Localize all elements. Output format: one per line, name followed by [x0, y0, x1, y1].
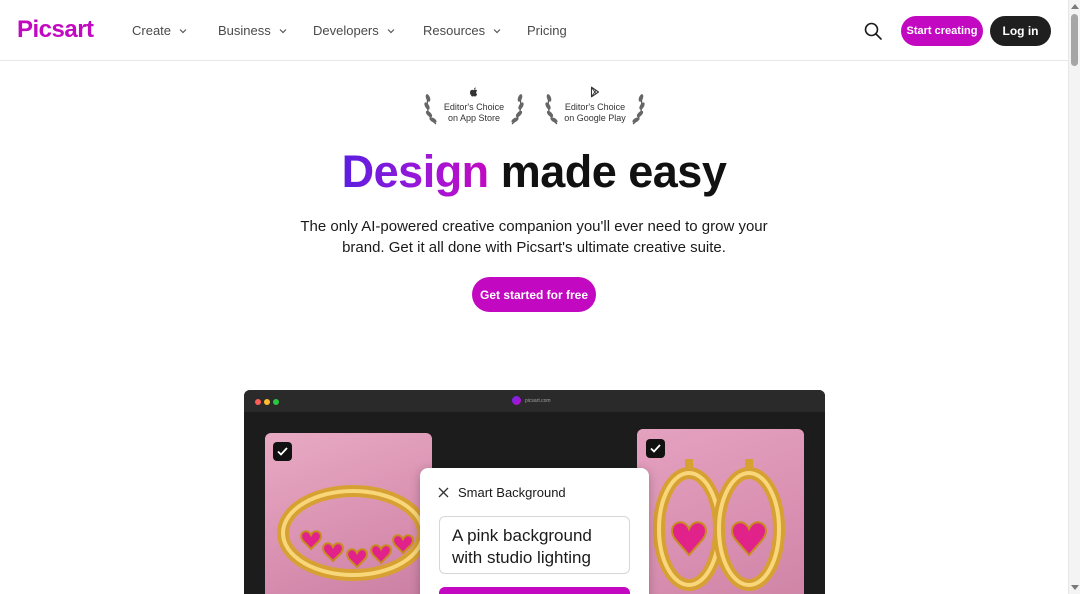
app-preview-window: picsart.com Smart Background A pink back… [244, 390, 825, 594]
generate-button[interactable] [439, 587, 630, 594]
app-store-award-badge: Editor's Choice on App Store [424, 84, 524, 128]
hero-title-highlight: Design [341, 146, 490, 197]
browser-url: picsart.com [512, 396, 551, 405]
scroll-down-arrow-icon[interactable] [1071, 585, 1079, 590]
chevron-down-icon [279, 28, 287, 33]
chevron-down-icon [179, 28, 187, 33]
earrings-image-card[interactable] [637, 429, 804, 594]
scrollbar-thumb[interactable] [1071, 14, 1078, 66]
panel-header: Smart Background [438, 485, 566, 500]
browser-bar: picsart.com [244, 390, 825, 412]
close-icon[interactable] [438, 487, 449, 498]
chevron-down-icon [493, 28, 501, 33]
select-checkbox[interactable] [273, 442, 292, 461]
google-play-icon [590, 86, 600, 98]
hero-title: Design made easy [0, 146, 1068, 198]
nav-developers-label: Developers [313, 23, 379, 38]
picsart-favicon-icon [512, 396, 521, 405]
window-minimize-dot [264, 399, 270, 405]
nav-pricing-label: Pricing [527, 23, 567, 38]
window-close-dot [255, 399, 261, 405]
prompt-input[interactable]: A pink background with studio lighting [439, 516, 630, 574]
panel-title: Smart Background [458, 485, 566, 500]
search-icon[interactable] [863, 21, 883, 41]
laurel-right-icon [632, 94, 645, 125]
laurel-right-icon [511, 94, 524, 125]
nav-developers[interactable]: Developers [313, 23, 395, 38]
chevron-down-icon [387, 28, 395, 33]
google-play-award-badge: Editor's Choice on Google Play [545, 84, 645, 128]
scroll-up-arrow-icon[interactable] [1071, 4, 1079, 9]
nav-resources[interactable]: Resources [423, 23, 501, 38]
picsart-logo[interactable]: Picsart [17, 16, 94, 44]
smart-background-panel: Smart Background A pink background with … [420, 468, 649, 594]
select-checkbox[interactable] [646, 439, 665, 458]
nav-pricing[interactable]: Pricing [527, 23, 567, 38]
start-creating-button[interactable]: Start creating [901, 16, 983, 46]
nav-resources-label: Resources [423, 23, 486, 38]
log-in-button[interactable]: Log in [990, 16, 1051, 46]
ring-image-card[interactable] [265, 433, 432, 594]
window-maximize-dot [273, 399, 279, 405]
nav-create[interactable]: Create [132, 23, 187, 38]
page-scrollbar[interactable] [1068, 0, 1080, 594]
browser-url-text: picsart.com [525, 397, 551, 404]
hero-subtitle: The only AI-powered creative companion y… [300, 218, 768, 256]
nav-create-label: Create [132, 23, 172, 38]
get-started-button[interactable]: Get started for free [472, 277, 596, 312]
checkmark-icon [650, 444, 661, 453]
apple-icon [470, 87, 478, 97]
hero-title-rest: made easy [500, 146, 727, 197]
nav-business-label: Business [218, 23, 271, 38]
top-navbar: Picsart Create Business Developers Resou… [0, 0, 1068, 61]
checkmark-icon [277, 447, 288, 456]
nav-business[interactable]: Business [218, 23, 287, 38]
